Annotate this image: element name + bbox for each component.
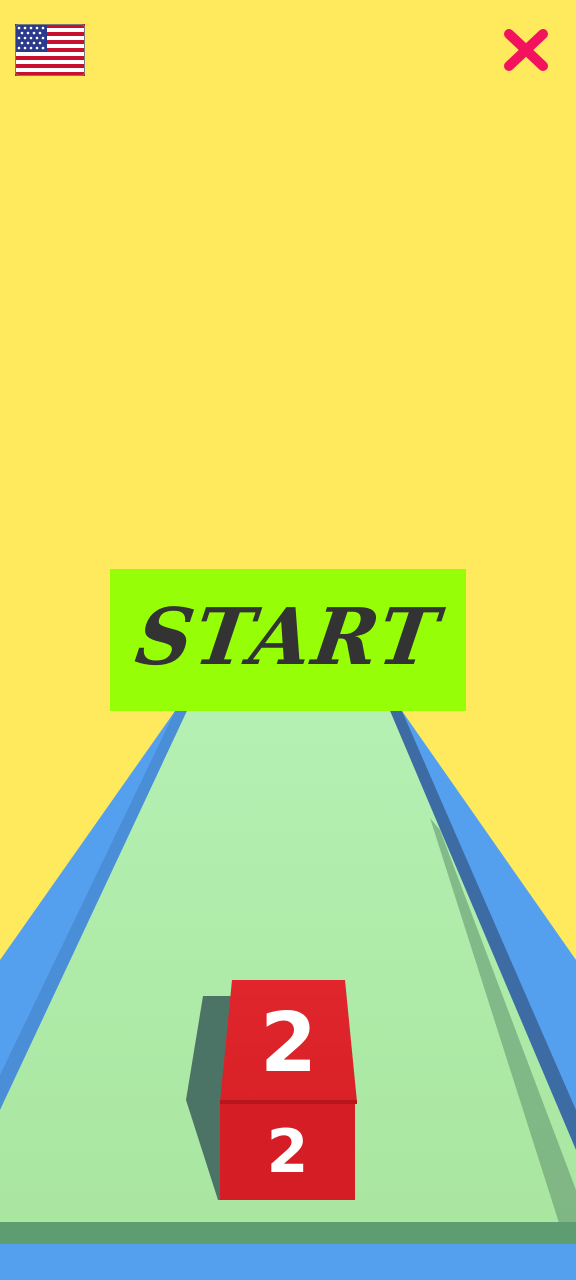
track-front-wall <box>0 1244 576 1280</box>
cube-top-face: 2 <box>220 980 357 1102</box>
track-front-edge <box>0 1222 576 1244</box>
start-label: START <box>130 591 446 683</box>
cube-top-value: 2 <box>259 995 318 1091</box>
cube-front-face: 2 <box>220 1102 355 1200</box>
cube-front-value: 2 <box>266 1117 309 1187</box>
track-wall-right <box>402 711 576 1280</box>
us-flag-icon <box>15 24 85 76</box>
cube-edge <box>220 1100 357 1104</box>
track-wall-left <box>0 711 175 1280</box>
close-button[interactable] <box>502 27 550 73</box>
start-button[interactable]: START <box>110 569 466 711</box>
track-wall-right-inner <box>390 711 576 1150</box>
language-flag-button[interactable] <box>15 24 85 76</box>
track-wall-left-inner <box>0 711 187 1110</box>
close-icon <box>504 29 548 71</box>
